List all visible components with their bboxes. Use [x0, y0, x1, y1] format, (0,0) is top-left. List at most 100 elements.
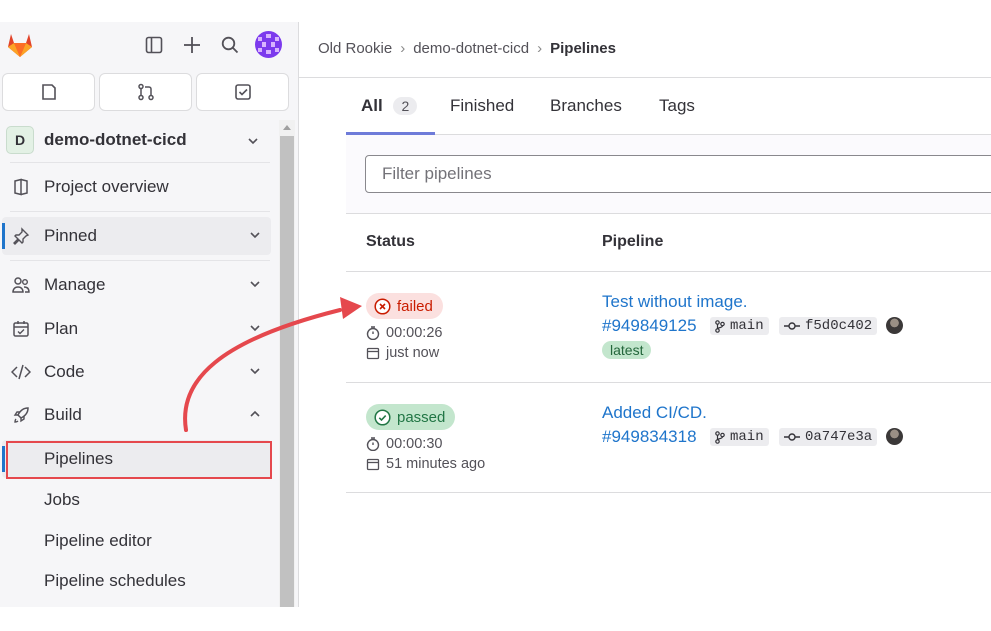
- sidebar-item-pinned[interactable]: Pinned: [2, 217, 271, 255]
- merge-request-icon: [137, 83, 154, 101]
- sidebar-item-label: Plan: [44, 319, 79, 338]
- plus-icon[interactable]: [179, 32, 205, 58]
- status-passed-icon: [374, 408, 391, 426]
- tab-tags[interactable]: Tags: [659, 96, 695, 116]
- duration-value: 00:00:30: [386, 436, 443, 452]
- status-failed-icon: [374, 297, 391, 315]
- table-top-divider: [346, 213, 991, 214]
- duration-value: 00:00:26: [386, 325, 443, 341]
- merge-requests-button[interactable]: [99, 73, 192, 111]
- sidebar-item-jobs[interactable]: Jobs: [44, 490, 80, 510]
- pipeline-commit-title[interactable]: Added CI/CD.: [602, 403, 707, 423]
- assigned-issues-button[interactable]: [2, 73, 95, 111]
- header-divider: [298, 77, 991, 78]
- commit-sha-chip[interactable]: f5d0c402: [779, 317, 878, 335]
- todos-button[interactable]: [196, 73, 289, 111]
- chevron-down-icon: [250, 281, 260, 288]
- issues-icon: [41, 84, 56, 100]
- status-label: failed: [397, 297, 433, 315]
- breadcrumb-separator-icon: ›: [400, 40, 406, 57]
- latest-badge: latest: [602, 341, 652, 359]
- chevron-down-icon: [250, 232, 260, 239]
- project-name[interactable]: demo-dotnet-cicd: [44, 130, 187, 150]
- active-indicator: [2, 446, 5, 472]
- timer-icon: [366, 437, 380, 451]
- sidebar-item-label: Build: [44, 405, 82, 424]
- status-badge-failed[interactable]: failed: [366, 293, 443, 319]
- pipeline-commit-title[interactable]: Test without image.: [602, 292, 748, 312]
- user-avatar[interactable]: [255, 31, 282, 58]
- branch-ref-chip[interactable]: main: [710, 428, 769, 446]
- sidebar-item-plan[interactable]: Plan: [2, 310, 271, 348]
- status-badge-passed[interactable]: passed: [366, 404, 456, 430]
- tab-all-count: 2: [393, 97, 418, 115]
- tab-finished[interactable]: Finished: [450, 96, 514, 116]
- tab-all[interactable]: All 2: [361, 96, 418, 116]
- chevron-down-icon[interactable]: [247, 135, 259, 147]
- sidebar-item-label: Code: [44, 362, 85, 381]
- column-header-status: Status: [366, 233, 415, 250]
- branch-name: main: [730, 429, 764, 445]
- sidebar-item-manage[interactable]: Manage: [2, 266, 271, 304]
- code-icon: [10, 363, 32, 381]
- sidebar-item-label: Manage: [44, 275, 106, 294]
- commit-icon: [784, 433, 800, 441]
- table-header-divider: [346, 271, 991, 272]
- tab-branches[interactable]: Branches: [550, 96, 622, 116]
- pipeline-id-link[interactable]: #949834318: [602, 427, 697, 447]
- commit-author-avatar[interactable]: [886, 428, 903, 445]
- finished-value: just now: [386, 345, 440, 361]
- tab-all-label: All: [361, 96, 383, 115]
- project-avatar: D: [6, 126, 34, 154]
- project-initial: D: [14, 132, 26, 148]
- commit-author-avatar[interactable]: [886, 317, 903, 334]
- commit-icon: [784, 322, 800, 330]
- chevron-down-icon: [250, 368, 260, 375]
- sidebar-scrollbar-thumb[interactable]: [280, 136, 294, 607]
- breadcrumb-project[interactable]: demo-dotnet-cicd: [413, 40, 529, 57]
- calendar-icon: [366, 458, 380, 471]
- rocket-icon: [10, 406, 32, 424]
- search-icon[interactable]: [217, 32, 243, 58]
- branch-icon: [715, 319, 725, 333]
- sidebar-item-label: Pinned: [44, 226, 97, 245]
- pipeline-duration: 00:00:30: [366, 436, 442, 452]
- sidebar-divider: [10, 211, 270, 212]
- filter-pipelines-input-wrapper[interactable]: [365, 155, 991, 193]
- table-row-divider: [346, 492, 991, 493]
- breadcrumb: Old Rookie › demo-dotnet-cicd › Pipeline…: [318, 40, 616, 57]
- todo-check-icon: [234, 84, 251, 100]
- pipeline-id-link[interactable]: #949849125: [602, 316, 697, 336]
- commit-sha-chip[interactable]: 0a747e3a: [779, 428, 878, 446]
- column-header-pipeline: Pipeline: [602, 233, 664, 250]
- sidebar-item-build[interactable]: Build: [2, 396, 271, 434]
- commit-sha: f5d0c402: [805, 318, 873, 334]
- sidebar-item-code[interactable]: Code: [2, 353, 271, 391]
- breadcrumb-separator-icon: ›: [537, 40, 543, 57]
- scroll-up-arrow-icon[interactable]: [282, 123, 292, 131]
- sidebar-item-pipeline-schedules[interactable]: Pipeline schedules: [44, 571, 186, 591]
- filter-pipelines-input[interactable]: [380, 156, 984, 192]
- breadcrumb-current[interactable]: Pipelines: [550, 40, 616, 57]
- branch-ref-chip[interactable]: main: [710, 317, 769, 335]
- sidebar-item-project-overview[interactable]: Project overview: [2, 168, 271, 206]
- calendar-icon: [366, 347, 380, 360]
- sidebar-item-pipeline-editor[interactable]: Pipeline editor: [44, 531, 152, 551]
- sidebar-divider: [10, 162, 270, 163]
- annotation-highlight-box: [6, 441, 272, 479]
- table-row-divider: [346, 382, 991, 383]
- calendar-icon: [10, 320, 32, 338]
- timer-icon: [366, 326, 380, 340]
- finished-value: 51 minutes ago: [386, 456, 486, 472]
- users-icon: [10, 276, 32, 294]
- gitlab-logo-icon[interactable]: [4, 28, 36, 60]
- sidebar-divider: [10, 260, 270, 261]
- breadcrumb-group[interactable]: Old Rookie: [318, 40, 392, 57]
- pipeline-finished-time: 51 minutes ago: [366, 456, 485, 472]
- branch-name: main: [730, 318, 764, 334]
- project-icon: [10, 178, 32, 196]
- chevron-down-icon: [250, 325, 260, 332]
- active-indicator: [2, 223, 5, 249]
- sidebar-item-label: Project overview: [44, 177, 169, 196]
- sidebar-toggle-icon[interactable]: [141, 32, 167, 58]
